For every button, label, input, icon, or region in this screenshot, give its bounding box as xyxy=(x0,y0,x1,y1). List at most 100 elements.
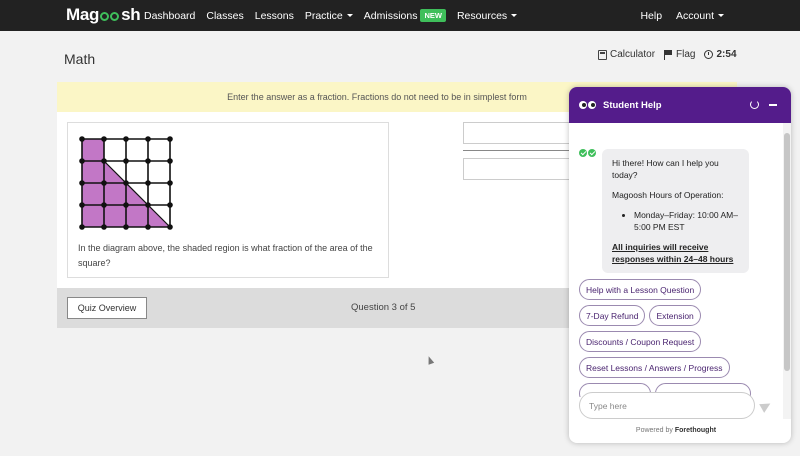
option-extension[interactable]: Extension xyxy=(649,305,701,326)
nav-account[interactable]: Account xyxy=(676,10,724,22)
bot-avatar-icon xyxy=(579,149,597,159)
question-card: In the diagram above, the shaded region … xyxy=(67,122,389,278)
powered-by-label: Powered by xyxy=(635,427,673,434)
nav-admissions-label: Admissions xyxy=(363,9,418,22)
calculator-button[interactable]: Calculator xyxy=(598,49,655,60)
magoosh-logo[interactable]: Mag sh xyxy=(66,5,141,25)
grid-dot xyxy=(101,202,107,208)
grid-dot xyxy=(167,158,173,164)
fraction-bar xyxy=(463,150,583,151)
grid-dot xyxy=(123,202,129,208)
flag-icon xyxy=(664,50,673,60)
grid-dot xyxy=(123,136,129,142)
shaded-cell xyxy=(104,183,126,205)
question-counter: Question 3 of 5 xyxy=(351,302,416,313)
grid-dot xyxy=(167,224,173,230)
minimize-icon[interactable] xyxy=(769,104,777,106)
chevron-down-icon xyxy=(718,14,724,17)
grid-dot xyxy=(123,224,129,230)
hours-item: Monday–Friday: 10:00 AM–5:00 PM EST xyxy=(634,209,739,233)
flag-label: Flag xyxy=(676,49,696,60)
grid-dot xyxy=(145,136,151,142)
refresh-icon[interactable] xyxy=(750,100,759,109)
calculator-icon xyxy=(598,49,607,60)
grid-dot xyxy=(145,224,151,230)
grid-dot xyxy=(79,180,85,186)
chat-scroll-thumb[interactable] xyxy=(784,133,790,371)
option-discounts[interactable]: Discounts / Coupon Request xyxy=(579,331,702,352)
shaded-cell xyxy=(82,183,104,205)
new-badge: NEW xyxy=(420,9,446,22)
grid-dot xyxy=(167,202,173,208)
nav-resources-label: Resources xyxy=(456,9,508,22)
page-title: Math xyxy=(64,51,96,67)
grid-dot xyxy=(79,202,85,208)
nav-right: Help Account xyxy=(626,0,724,31)
chat-header: Student Help xyxy=(569,87,791,123)
quiz-overview-button[interactable]: Quiz Overview xyxy=(67,297,147,319)
nav-help[interactable]: Help xyxy=(640,10,662,22)
forethought-brand: Forethought xyxy=(674,427,717,434)
magoosh-eyes-icon xyxy=(579,101,597,109)
calculator-label: Calculator xyxy=(610,49,656,60)
grid-dot xyxy=(101,136,107,142)
powered-by: Powered by Forethought xyxy=(569,427,783,434)
grid-dot xyxy=(145,180,151,186)
option-lesson-question[interactable]: Help with a Lesson Question xyxy=(579,279,702,300)
nav-admissions[interactable]: Admissions NEW xyxy=(364,9,446,22)
grid-dot xyxy=(167,180,173,186)
chat-input[interactable]: Type here xyxy=(579,392,755,419)
nav-resources[interactable]: Resources xyxy=(456,9,518,22)
flag-button[interactable]: Flag xyxy=(664,49,695,60)
greeting-text: Hi there! How can I help you today? xyxy=(612,158,719,180)
logo-eyes-icon xyxy=(100,11,120,21)
quiz-tools: Calculator Flag 2:54 xyxy=(598,49,746,60)
nav-help-label: Help xyxy=(640,9,663,22)
grid-dot xyxy=(123,158,129,164)
quick-reply-options: Help with a Lesson Question 7-Day Refund… xyxy=(579,279,783,397)
nav-lessons-label: Lessons xyxy=(254,9,294,22)
logo-text-start: Mag xyxy=(66,5,100,24)
shaded-cell xyxy=(82,161,104,183)
chat-title: Student Help xyxy=(603,99,662,111)
shaded-cell xyxy=(82,205,104,227)
denominator-input[interactable] xyxy=(463,158,583,180)
logo-text-end: sh xyxy=(121,5,141,24)
option-reset[interactable]: Reset Lessons / Answers / Progress xyxy=(579,357,730,378)
chevron-down-icon xyxy=(511,14,518,17)
chat-messages: Hi there! How can I help you today? Mago… xyxy=(569,123,783,397)
nav-classes[interactable]: Classes xyxy=(206,10,243,22)
nav-practice[interactable]: Practice xyxy=(305,10,353,22)
grid-dot xyxy=(167,136,173,142)
bot-message: Hi there! How can I help you today? Mago… xyxy=(602,149,749,273)
grid-dot xyxy=(79,224,85,230)
question-text: In the diagram above, the shaded region … xyxy=(78,243,373,268)
top-nav: Mag sh Dashboard Classes Lessons Practice… xyxy=(0,0,800,31)
mouse-cursor-icon xyxy=(425,355,435,365)
grid-dot xyxy=(79,136,85,142)
main-nav: Dashboard Classes Lessons Practice Admis… xyxy=(144,0,528,31)
nav-practice-label: Practice xyxy=(304,9,343,22)
clock-icon xyxy=(704,50,714,59)
timer: 2:54 xyxy=(704,49,737,60)
shaded-square-diagram xyxy=(79,136,173,230)
nav-dashboard[interactable]: Dashboard xyxy=(144,10,195,22)
chevron-down-icon xyxy=(346,14,353,17)
student-help-chat: Student Help Hi there! How can I help yo… xyxy=(569,87,791,443)
send-icon[interactable] xyxy=(759,399,773,413)
timer-value: 2:54 xyxy=(716,49,737,60)
grid-dot xyxy=(101,180,107,186)
hours-title: Magoosh Hours of Operation: xyxy=(612,190,724,200)
grid-dot xyxy=(145,202,151,208)
grid-dot xyxy=(145,158,151,164)
nav-account-label: Account xyxy=(676,9,714,22)
numerator-input[interactable] xyxy=(463,122,583,144)
inquiry-link[interactable]: All inquiries will receive responses wit… xyxy=(612,242,733,264)
grid-dot xyxy=(101,158,107,164)
grid-dot xyxy=(79,158,85,164)
nav-lessons[interactable]: Lessons xyxy=(255,10,294,22)
shaded-cell xyxy=(126,205,148,227)
nav-classes-label: Classes xyxy=(206,9,244,22)
grid-dot xyxy=(101,224,107,230)
option-refund[interactable]: 7-Day Refund xyxy=(579,305,646,326)
